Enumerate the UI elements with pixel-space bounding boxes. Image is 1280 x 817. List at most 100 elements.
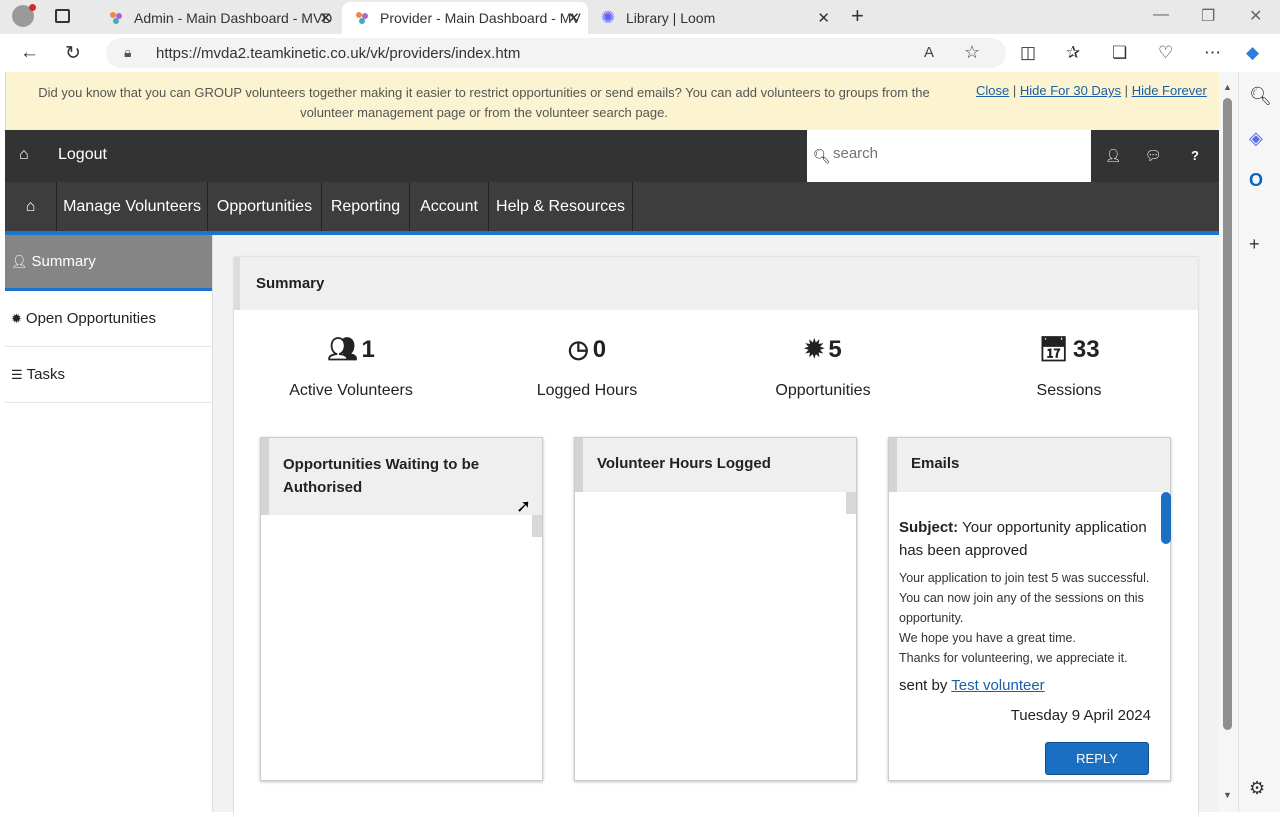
user-icon: 👤︎ [11,253,28,269]
stat-sessions[interactable]: 📅︎ 33 Sessions [969,335,1169,400]
stat-label: Logged Hours [536,382,638,399]
search-input[interactable] [833,145,1073,162]
card-title: Volunteer Hours Logged [575,438,856,492]
copilot-app-icon[interactable]: ◈ [1249,128,1263,149]
email-sender-line: sent by Test volunteer [899,676,1151,696]
email-line: Thanks for volunteering, we appreciate i… [899,651,1128,665]
nav-opportunities[interactable]: Opportunities [208,182,322,231]
stat-value: 33 [1072,335,1100,363]
nav-manage-volunteers[interactable]: Manage Volunteers [57,182,208,231]
sidebar-item-label: Tasks [26,366,65,383]
calendar-icon: 📅︎ [1038,336,1069,363]
stat-value: 5 [828,335,842,363]
favorites-icon[interactable]: ✰ [1066,43,1080,63]
stat-logged-hours[interactable]: ◷ 0 Logged Hours [487,335,687,400]
tab-title: Library | Loom [626,10,716,26]
minimize-icon[interactable]: — [1153,6,1169,24]
performance-icon[interactable]: ♡ [1158,43,1173,63]
main-content: Summary 👥︎ 1 Active Volunteers ◷ 0 Logged … [213,235,1219,817]
nav-home[interactable]: ⌂ [5,182,57,231]
user-icon[interactable]: 👤︎ [1105,148,1122,164]
notice-text: Did you know that you can GROUP voluntee… [38,85,930,120]
notice-close-link[interactable]: Close [976,83,1009,98]
split-screen-icon[interactable]: ◫ [1020,43,1036,63]
tab-admin-dashboard[interactable]: Admin - Main Dashboard - MVD ✕ [96,2,340,34]
new-tab-icon[interactable]: + [851,3,864,29]
browser-chrome: Admin - Main Dashboard - MVD ✕ Provider … [0,0,1280,72]
summary-panel: Summary 👥︎ 1 Active Volunteers ◷ 0 Logged … [234,257,1198,817]
stat-opportunities[interactable]: ✹ 5 Opportunities [723,335,923,400]
users-icon: 👥︎ [327,336,358,363]
sender-link[interactable]: Test volunteer [951,677,1044,694]
stat-active-volunteers[interactable]: 👥︎ 1 Active Volunteers [251,335,451,400]
email-line: You can now join any of the sessions on … [899,591,1144,625]
address-bar[interactable]: 🔒︎ https://mvda2.teamkinetic.co.uk/vk/pr… [106,38,1006,68]
tab-loom-library[interactable]: ✺ Library | Loom ✕ [588,2,838,34]
main-nav: ⌂ Manage Volunteers Opportunities Report… [5,182,1219,235]
read-aloud-icon[interactable]: A [924,44,934,61]
loom-icon: ✺ [600,8,616,27]
tip-notice: Did you know that you can GROUP voluntee… [5,72,1219,130]
nav-reporting[interactable]: Reporting [322,182,410,231]
page-scrollbar[interactable]: ▲ ▼ [1219,72,1238,812]
stat-value: 1 [361,335,375,363]
tab-title: Admin - Main Dashboard - MVD [134,10,333,26]
logout-link[interactable]: Logout [58,146,107,164]
clock-icon: ◷ [567,336,589,363]
sidebar-item-tasks[interactable]: ☰ Tasks [5,347,212,403]
separator: | [1124,83,1129,98]
refresh-icon[interactable]: ↻ [65,42,81,65]
scroll-up-icon[interactable]: ▲ [1223,82,1232,92]
stat-value: 0 [592,335,607,363]
card-emails: Emails Subject: Your opportunity applica… [888,437,1171,781]
lock-icon[interactable]: 🔒︎ [124,44,131,61]
notice-hide-30-link[interactable]: Hide For 30 Days [1020,83,1121,98]
copilot-icon[interactable]: ◆ [1246,43,1259,63]
teamkinetic-icon [354,10,370,26]
tab-actions-icon[interactable] [55,9,70,23]
card-scrollbar[interactable] [846,492,856,514]
window-close-icon[interactable]: ✕ [1249,6,1262,26]
scrollbar-thumb[interactable] [1223,98,1232,730]
email-line: Your application to join test 5 was succ… [899,571,1150,585]
close-tab-icon[interactable]: ✕ [567,9,580,27]
add-app-icon[interactable]: + [1249,234,1260,255]
url-text[interactable]: https://mvda2.teamkinetic.co.uk/vk/provi… [156,45,520,62]
nav-account[interactable]: Account [410,182,489,231]
badge-icon: ✹ [804,336,825,363]
home-icon: ⌂ [25,197,36,215]
scroll-down-icon[interactable]: ▼ [1223,790,1232,800]
close-tab-icon[interactable]: ✕ [319,9,332,27]
card-scrollbar[interactable] [532,515,542,537]
address-row: ← ↻ 🔒︎ https://mvda2.teamkinetic.co.uk/v… [0,34,1280,72]
restore-icon[interactable]: ❐ [1201,6,1215,26]
settings-gear-icon[interactable]: ⚙ [1249,778,1265,799]
back-icon[interactable]: ← [20,42,39,64]
notice-links: Close | Hide For 30 Days | Hide Forever [976,83,1207,98]
separator: | [1012,83,1017,98]
card-scrollbar[interactable] [1161,492,1171,544]
home-icon[interactable]: ⌂ [19,146,29,164]
help-icon[interactable]: ? [1191,148,1199,163]
search-box[interactable]: 🔍︎ [807,130,1091,182]
favorite-star-icon[interactable]: ☆ [964,42,980,63]
notice-hide-forever-link[interactable]: Hide Forever [1132,83,1207,98]
nav-help-resources[interactable]: Help & Resources [489,182,633,231]
card-title: Opportunities Waiting to be Authorised [261,438,542,515]
close-tab-icon[interactable]: ✕ [817,9,830,27]
card-opportunities-waiting: Opportunities Waiting to be Authorised [260,437,543,781]
teamkinetic-icon [108,10,124,26]
sidebar-item-summary[interactable]: 👤︎ Summary [5,235,212,291]
email-line: We hope you have a great time. [899,631,1076,645]
collections-icon[interactable]: ❏ [1112,43,1127,63]
outlook-icon[interactable]: O [1249,170,1263,191]
sent-by-label: sent by [899,677,948,694]
tab-provider-dashboard[interactable]: Provider - Main Dashboard - MV ✕ [342,2,588,34]
reply-button[interactable]: REPLY [1045,742,1149,775]
search-icon[interactable]: 🔍︎ [1249,86,1272,107]
chat-icon[interactable]: 💬︎ [1145,148,1162,164]
more-menu-icon[interactable]: ⋯ [1204,43,1221,63]
email-item: Subject: Your opportunity application ha… [899,516,1151,726]
sidebar-item-open-opportunities[interactable]: ✹ Open Opportunities [5,291,212,347]
mouse-cursor-icon: ➚ [516,496,532,516]
